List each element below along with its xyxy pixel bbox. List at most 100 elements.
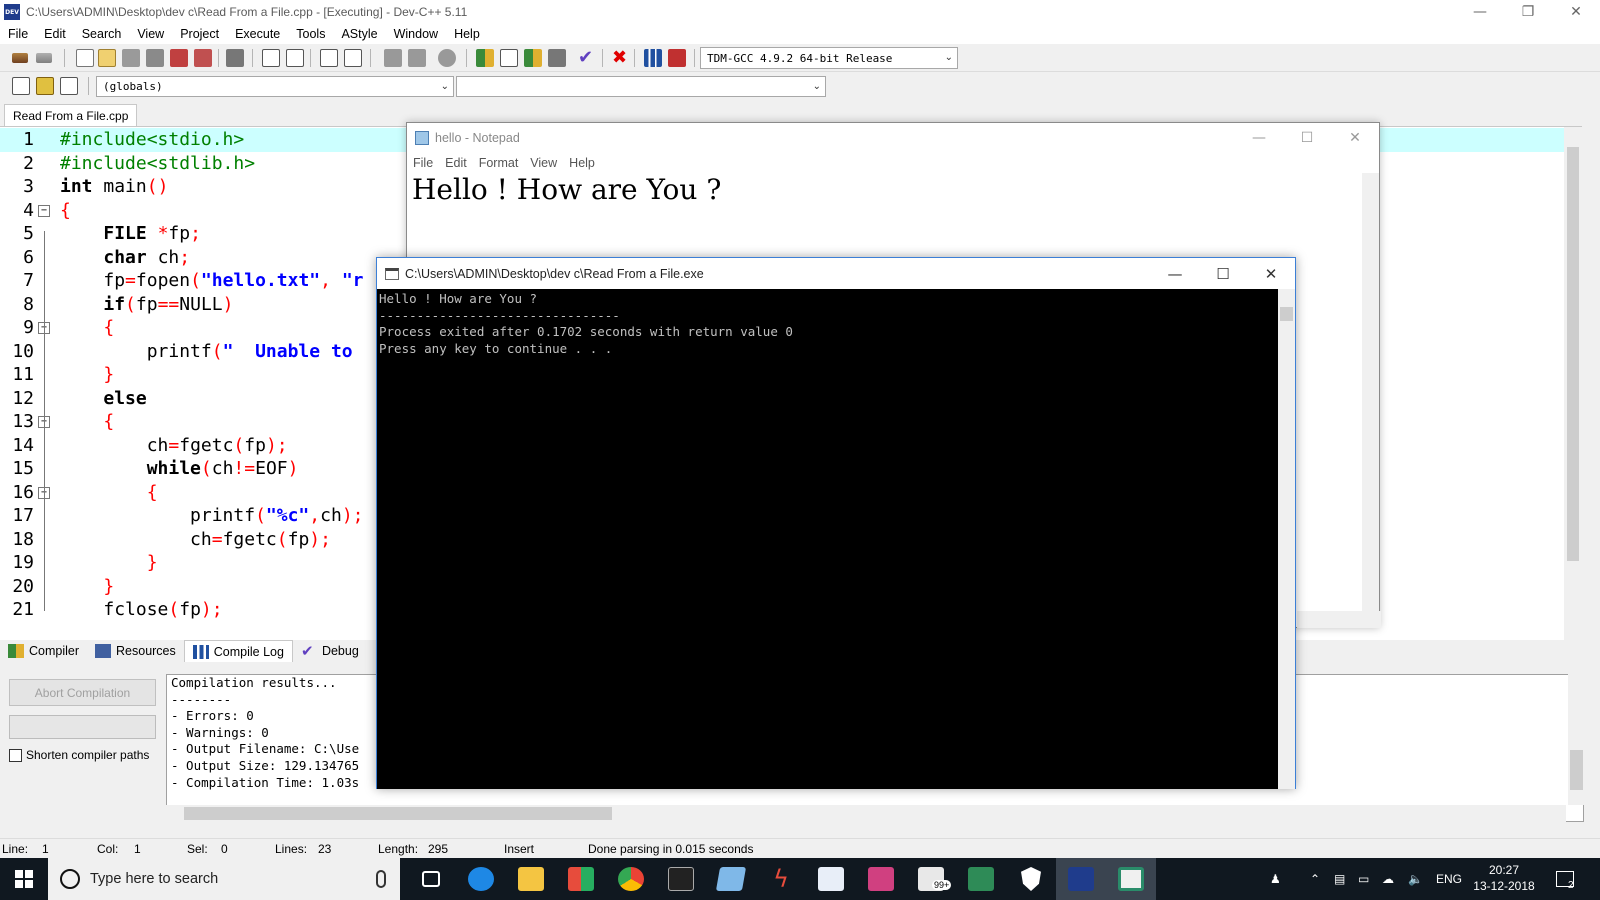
app-green-icon[interactable] bbox=[956, 858, 1006, 900]
action-center-icon[interactable]: 2 bbox=[1556, 858, 1574, 900]
notepad-scrollbar[interactable] bbox=[1362, 173, 1379, 613]
notepad-menu-edit[interactable]: Edit bbox=[439, 156, 473, 170]
menu-search[interactable]: Search bbox=[74, 27, 130, 41]
print-icon[interactable] bbox=[226, 49, 244, 67]
delete-profile-icon[interactable] bbox=[668, 49, 686, 67]
menu-edit[interactable]: Edit bbox=[36, 27, 74, 41]
member-select[interactable]: ⌄ bbox=[456, 76, 826, 97]
menu-project[interactable]: Project bbox=[172, 27, 227, 41]
compile-run-icon[interactable] bbox=[524, 49, 542, 67]
syntax-check-icon[interactable]: ✔ bbox=[578, 49, 596, 67]
undo-icon[interactable] bbox=[12, 53, 28, 63]
menu-execute[interactable]: Execute bbox=[227, 27, 288, 41]
menu-tools[interactable]: Tools bbox=[288, 27, 333, 41]
comment-icon[interactable] bbox=[438, 49, 456, 67]
console-output[interactable]: Hello ! How are You ? -------------------… bbox=[377, 289, 1279, 789]
editor-scrollbar-thumb[interactable] bbox=[1567, 147, 1579, 561]
task-view-button[interactable] bbox=[406, 858, 456, 900]
people-icon[interactable]: ♟ bbox=[1270, 858, 1281, 900]
start-button[interactable] bbox=[0, 858, 48, 900]
chrome-icon[interactable] bbox=[606, 858, 656, 900]
terminal-icon[interactable] bbox=[656, 858, 706, 900]
notepad-menu-help[interactable]: Help bbox=[563, 156, 601, 170]
edge-icon[interactable] bbox=[456, 858, 506, 900]
file-explorer-icon[interactable] bbox=[506, 858, 556, 900]
restore-button[interactable]: ❐ bbox=[1504, 0, 1552, 24]
profile-icon[interactable] bbox=[644, 49, 662, 67]
replace-icon[interactable] bbox=[286, 49, 304, 67]
file-tab[interactable]: Read From a File.cpp bbox=[4, 104, 138, 126]
stop-execution-icon[interactable]: ✖ bbox=[612, 49, 630, 67]
console-close-button[interactable]: ✕ bbox=[1247, 258, 1295, 289]
checkbox-box[interactable] bbox=[9, 748, 22, 762]
console-minimize-button[interactable]: — bbox=[1151, 258, 1199, 289]
menu-view[interactable]: View bbox=[129, 27, 172, 41]
notepad-minimize-button[interactable]: — bbox=[1235, 123, 1283, 153]
microphone-icon[interactable] bbox=[376, 870, 386, 888]
console-scrollbar[interactable] bbox=[1278, 289, 1295, 789]
goto-line-icon[interactable] bbox=[320, 49, 338, 67]
pdf-editor-icon[interactable] bbox=[806, 858, 856, 900]
console-maximize-button[interactable]: ☐ bbox=[1199, 258, 1247, 289]
tab-resources[interactable]: Resources bbox=[87, 640, 184, 662]
notepad-menu-view[interactable]: View bbox=[524, 156, 563, 170]
code-text: } bbox=[146, 552, 158, 573]
log-horizontal-scrollbar[interactable] bbox=[166, 805, 1566, 822]
fold-collapse-icon[interactable]: − bbox=[38, 204, 50, 217]
battery-icon[interactable]: ▭ bbox=[1358, 858, 1369, 900]
devcpp-taskbar-icon[interactable] bbox=[1056, 858, 1106, 900]
run-icon[interactable] bbox=[500, 49, 518, 67]
mail-icon[interactable]: 99+ bbox=[906, 858, 956, 900]
insert-icon[interactable] bbox=[12, 77, 30, 95]
flash-icon[interactable]: ϟ bbox=[756, 858, 806, 900]
defender-icon[interactable] bbox=[1006, 858, 1056, 900]
notepad-text-area[interactable]: Hello ! How are You ? bbox=[412, 173, 721, 206]
compiler-select[interactable]: TDM-GCC 4.9.2 64-bit Release ⌄ bbox=[700, 47, 958, 69]
editor-scrollbar[interactable] bbox=[1564, 127, 1582, 640]
menu-help[interactable]: Help bbox=[446, 27, 488, 41]
notepad-maximize-button[interactable]: ☐ bbox=[1283, 123, 1331, 153]
menu-window[interactable]: Window bbox=[386, 27, 446, 41]
app-pink-icon[interactable] bbox=[856, 858, 906, 900]
notepad-menu-file[interactable]: File bbox=[407, 156, 439, 170]
menu-astyle[interactable]: AStyle bbox=[333, 27, 385, 41]
bookmark-icon[interactable] bbox=[344, 49, 362, 67]
notepad-menu-format[interactable]: Format bbox=[473, 156, 525, 170]
redo-icon[interactable] bbox=[36, 53, 52, 63]
network-icon[interactable]: ▤ bbox=[1334, 858, 1345, 900]
menu-file[interactable]: File bbox=[0, 27, 36, 41]
minimize-button[interactable]: — bbox=[1456, 0, 1504, 24]
tab-compiler[interactable]: Compiler bbox=[0, 640, 87, 662]
unindent-icon[interactable] bbox=[408, 49, 426, 67]
find-icon[interactable] bbox=[262, 49, 280, 67]
rebuild-icon[interactable] bbox=[548, 49, 566, 67]
console-taskbar-icon[interactable] bbox=[1106, 858, 1156, 900]
volume-icon[interactable]: 🔈 bbox=[1408, 858, 1423, 900]
new-file-icon[interactable] bbox=[76, 49, 94, 67]
indent-icon[interactable] bbox=[384, 49, 402, 67]
save-all-icon[interactable] bbox=[146, 49, 164, 67]
open-file-icon[interactable] bbox=[98, 49, 116, 67]
abort-compilation-button[interactable]: Abort Compilation bbox=[9, 679, 156, 706]
notepad-close-button[interactable]: ✕ bbox=[1331, 123, 1379, 153]
onedrive-icon[interactable]: ☁ bbox=[1382, 858, 1394, 900]
shorten-paths-checkbox[interactable]: Shorten compiler paths bbox=[9, 748, 149, 762]
close-button[interactable]: ✕ bbox=[1552, 0, 1600, 24]
close-all-icon[interactable] bbox=[194, 49, 212, 67]
compile-icon[interactable] bbox=[476, 49, 494, 67]
save-icon[interactable] bbox=[122, 49, 140, 67]
tab-debug[interactable]: ✔ Debug bbox=[293, 640, 367, 662]
show-hidden-icons[interactable]: ⌃ bbox=[1310, 858, 1320, 900]
taskbar-search-box[interactable]: Type here to search bbox=[48, 858, 400, 900]
goto-bookmark-icon[interactable] bbox=[60, 77, 78, 95]
app-blue-icon[interactable] bbox=[706, 858, 756, 900]
scope-select[interactable]: (globals) ⌄ bbox=[96, 76, 454, 97]
clock[interactable]: 20:27 13-12-2018 bbox=[1468, 862, 1540, 894]
log-vertical-scrollbar[interactable] bbox=[1568, 674, 1585, 805]
tab-compile-log[interactable]: Compile Log bbox=[183, 640, 293, 662]
store-icon[interactable] bbox=[556, 858, 606, 900]
notepad-hscrollbar[interactable] bbox=[1297, 611, 1381, 628]
language-indicator[interactable]: ENG bbox=[1436, 858, 1462, 900]
close-file-icon[interactable] bbox=[170, 49, 188, 67]
toggle-bookmark-icon[interactable] bbox=[36, 77, 54, 95]
